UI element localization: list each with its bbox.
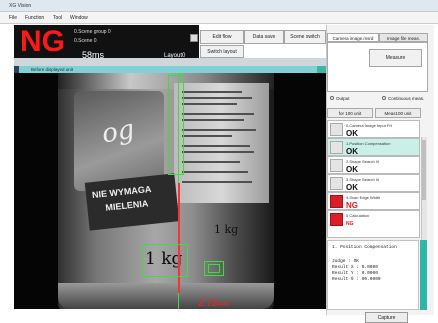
measurement-value: 2.73: [198, 298, 218, 309]
info-icon[interactable]: [190, 34, 198, 42]
edge-width-icon: [330, 195, 343, 208]
image-window-close-icon[interactable]: [317, 66, 326, 73]
camera-icon: [330, 123, 343, 136]
data-save-button[interactable]: Data save: [244, 30, 284, 44]
continuous-radio[interactable]: [382, 96, 386, 100]
container-bottom: [58, 283, 274, 309]
header-tag-icon: [14, 66, 19, 73]
menu-file[interactable]: File: [9, 15, 17, 21]
warning-text-line1: NIE WYMAGA: [91, 183, 152, 201]
flow-step-5[interactable]: 5.Calculation NG: [327, 210, 420, 238]
warning-text-line2: MIELENIA: [104, 198, 149, 213]
continuous-radio-label: Continuous meas.: [388, 96, 425, 101]
label-right-panel: [174, 83, 269, 203]
detail-scrollbar[interactable]: [420, 240, 427, 310]
overall-judgement: NG: [20, 25, 65, 58]
measurement-unit: mm: [217, 301, 230, 308]
measure-button[interactable]: Measure: [369, 49, 422, 67]
camera-image-viewport[interactable]: og NIE WYMAGA MIELENIA 1 kg 1 kg: [14, 73, 326, 309]
subtab-meas100[interactable]: Meas100 unit: [375, 108, 421, 118]
image-window-label: Before displayed unit: [31, 67, 74, 72]
window-titlebar: XG Vision: [0, 0, 438, 12]
scene-switch-button[interactable]: Scene switch: [284, 30, 326, 44]
flow-step-2[interactable]: 2.Shape Search III OK: [327, 156, 420, 174]
image-window-header: Before displayed unit: [14, 66, 326, 73]
scene-group-label: 0.Scene group 0: [74, 29, 111, 35]
brand-text: og: [99, 114, 137, 150]
detail-line: Judge : OK: [332, 259, 360, 264]
shape-search-icon: [330, 159, 343, 172]
output-radio[interactable]: [330, 96, 334, 100]
edge-search-region[interactable]: [168, 75, 184, 175]
flow-step-1[interactable]: 1.Position Compensation OK: [327, 138, 420, 156]
flow-scrollbar-thumb[interactable]: [422, 140, 426, 200]
subtab-100-unit[interactable]: for 100 unit: [327, 108, 373, 118]
detail-line: Result θ : 90.0000: [332, 277, 381, 282]
weight-label-small: 1 kg: [214, 223, 239, 236]
image-bottom-strip: [0, 309, 326, 323]
flow-step-4[interactable]: 4.Scan Edge Width NG: [327, 192, 420, 210]
shape-search-match: [208, 264, 220, 273]
output-radio-label: Output: [336, 96, 350, 101]
shape-search-region-1[interactable]: [142, 244, 188, 277]
detail-line: Result Y : 0.0000: [332, 271, 378, 276]
shape-search-icon: [330, 177, 343, 190]
window-title: XG Vision: [9, 3, 32, 9]
scene-label: 0.Scene 0: [74, 38, 97, 44]
image-toolbar: [14, 58, 326, 66]
flow-step-0[interactable]: 0.Camera Image Input FH OK: [327, 120, 420, 138]
measurement-readout: 2.73mm: [198, 298, 229, 309]
warning-label: NIE WYMAGA MIELENIA: [84, 173, 180, 231]
detail-line: Result X : 0.0000: [332, 265, 378, 270]
tab-image-file[interactable]: Image file meas.: [379, 33, 428, 42]
menu-bar: File Function Tool Window: [0, 12, 438, 24]
position-icon: [330, 141, 343, 154]
calculation-icon: [330, 213, 343, 226]
detail-result-panel: 1. Position Compensation Judge : OK Resu…: [327, 240, 419, 310]
edit-flow-button[interactable]: Edit flow: [200, 30, 244, 44]
flow-step-3[interactable]: 3.Shape Search III OK: [327, 174, 420, 192]
capture-button[interactable]: Capture: [365, 312, 408, 323]
switch-layout-button[interactable]: Switch layout: [200, 45, 244, 58]
menu-tool[interactable]: Tool: [53, 15, 62, 21]
menu-function[interactable]: Function: [25, 15, 44, 21]
menu-window[interactable]: Window: [70, 15, 88, 21]
tab-camera-image[interactable]: Camera image.msrd: [327, 33, 379, 42]
detail-line: 1. Position Compensation: [332, 245, 397, 250]
